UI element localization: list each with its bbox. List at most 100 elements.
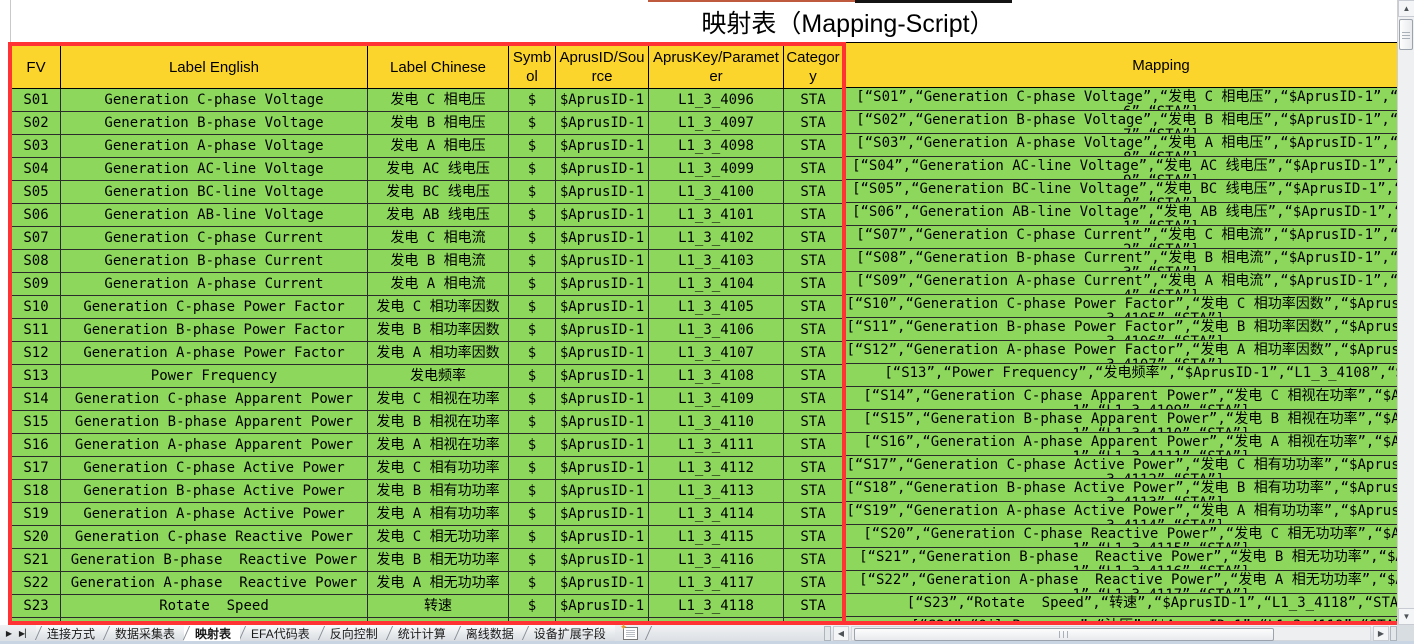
cell-aprusid-source[interactable]: $AprusID-1 bbox=[556, 319, 649, 342]
cell-fv[interactable]: S06 bbox=[12, 204, 61, 227]
cell-symbol[interactable]: $ bbox=[509, 135, 556, 158]
sheet-tab[interactable]: 连接方式 bbox=[36, 625, 104, 641]
cell-aprusid-source[interactable]: $AprusID-1 bbox=[556, 411, 649, 434]
header-cell-apruskey-parameter[interactable]: AprusKey/Parameter bbox=[649, 46, 784, 89]
cell-apruskey-parameter[interactable]: L1_3_4109 bbox=[649, 388, 784, 411]
cell-symbol[interactable]: $ bbox=[509, 480, 556, 503]
cell-fv[interactable]: S02 bbox=[12, 112, 61, 135]
cell-symbol[interactable]: $ bbox=[509, 526, 556, 549]
vertical-scrollbar[interactable]: ▲ ▼ bbox=[1397, 0, 1414, 625]
cell-label-chinese[interactable]: 发电 C 相电流 bbox=[368, 227, 509, 250]
cell-symbol[interactable]: $ bbox=[509, 112, 556, 135]
scroll-right-button[interactable]: ▶ bbox=[1373, 626, 1389, 641]
cell-apruskey-parameter[interactable]: L1_3_4110 bbox=[649, 411, 784, 434]
cell-aprusid-source[interactable]: $AprusID-1 bbox=[556, 549, 649, 572]
cell-apruskey-parameter[interactable]: L1_3_4101 bbox=[649, 204, 784, 227]
header-cell-label-chinese[interactable]: Label Chinese bbox=[368, 46, 509, 89]
mapping-cell[interactable]: [“S10”,“Generation C-phase Power Factor”… bbox=[846, 295, 1397, 318]
cell-fv[interactable]: S01 bbox=[12, 89, 61, 112]
cell-label-english[interactable]: Generation C-phase Current bbox=[61, 227, 368, 250]
cell-label-chinese[interactable]: 发电 BC 线电压 bbox=[368, 181, 509, 204]
mapping-cell[interactable]: [“S23”,“Rotate Speed”,“转速”,“$AprusID-1”,… bbox=[846, 594, 1397, 617]
cell-label-chinese[interactable]: 发电 B 相电流 bbox=[368, 250, 509, 273]
cell-fv[interactable]: S08 bbox=[12, 250, 61, 273]
cell-apruskey-parameter[interactable]: L1_3_4118 bbox=[649, 595, 784, 618]
cell-aprusid-source[interactable]: $AprusID-1 bbox=[556, 342, 649, 365]
cell-category[interactable]: STA bbox=[784, 434, 842, 457]
cell-label-english[interactable]: Rotate Speed bbox=[61, 595, 368, 618]
cell-label-chinese[interactable]: 发电 C 相视在功率 bbox=[368, 388, 509, 411]
cell-label-chinese[interactable]: 发电 A 相无功功率 bbox=[368, 572, 509, 595]
cell-category[interactable]: STA bbox=[784, 503, 842, 526]
cell-apruskey-parameter[interactable]: L1_3_4098 bbox=[649, 135, 784, 158]
cell-apruskey-parameter[interactable]: L1_3_4105 bbox=[649, 296, 784, 319]
cell-aprusid-source[interactable]: $AprusID-1 bbox=[556, 503, 649, 526]
cell-aprusid-source[interactable]: $AprusID-1 bbox=[556, 457, 649, 480]
cell-category[interactable]: STA bbox=[784, 595, 842, 618]
mapping-cell[interactable]: [“S05”,“Generation BC-line Voltage”,“发电 … bbox=[846, 180, 1397, 203]
sheet-tab[interactable]: 设备扩展字段 bbox=[523, 625, 615, 641]
cell-label-english[interactable]: Generation B-phase Current bbox=[61, 250, 368, 273]
cell-category[interactable]: STA bbox=[784, 549, 842, 572]
cell-label-english[interactable]: Generation A-phase Reactive Power bbox=[61, 572, 368, 595]
cell-symbol[interactable]: $ bbox=[509, 595, 556, 618]
cell-label-chinese[interactable]: 发电 A 相电压 bbox=[368, 135, 509, 158]
cell-label-english[interactable]: Generation AC-line Voltage bbox=[61, 158, 368, 181]
cell-fv[interactable]: S16 bbox=[12, 434, 61, 457]
header-cell-fv[interactable]: FV bbox=[12, 46, 61, 89]
header-cell-symbol[interactable]: Symbol bbox=[509, 46, 556, 89]
cell-label-chinese[interactable]: 发电 A 相电流 bbox=[368, 273, 509, 296]
cell-category[interactable]: STA bbox=[784, 135, 842, 158]
cell-apruskey-parameter[interactable]: L1_3_4107 bbox=[649, 342, 784, 365]
cell-fv[interactable]: S11 bbox=[12, 319, 61, 342]
cell-apruskey-parameter[interactable]: L1_3_4108 bbox=[649, 365, 784, 388]
mapping-cell[interactable]: [“S08”,“Generation B-phase Current”,“发电 … bbox=[846, 249, 1397, 272]
cell-fv[interactable]: S07 bbox=[12, 227, 61, 250]
mapping-cell[interactable]: [“S13”,“Power Frequency”,“发电频率”,“$AprusI… bbox=[846, 364, 1397, 387]
cell-symbol[interactable]: $ bbox=[509, 411, 556, 434]
cell-apruskey-parameter[interactable]: L1_3_4114 bbox=[649, 503, 784, 526]
cell-category[interactable]: STA bbox=[784, 181, 842, 204]
cell-label-english[interactable]: Generation A-phase Voltage bbox=[61, 135, 368, 158]
cell-fv[interactable]: S14 bbox=[12, 388, 61, 411]
cell-aprusid-source[interactable]: $AprusID-1 bbox=[556, 135, 649, 158]
cell-category[interactable]: STA bbox=[784, 572, 842, 595]
cell-label-english[interactable]: Generation B-phase Apparent Power bbox=[61, 411, 368, 434]
cell-aprusid-source[interactable]: $AprusID-1 bbox=[556, 572, 649, 595]
cell-aprusid-source[interactable]: $AprusID-1 bbox=[556, 388, 649, 411]
cell-apruskey-parameter[interactable]: L1_3_4113 bbox=[649, 480, 784, 503]
sheet-tab[interactable]: 统计计算 bbox=[387, 625, 455, 641]
cell-category[interactable]: STA bbox=[784, 158, 842, 181]
mapping-cell[interactable]: [“S20”,“Generation C-phase Reactive Powe… bbox=[846, 525, 1397, 548]
cell-label-english[interactable]: Generation B-phase Power Factor bbox=[61, 319, 368, 342]
cell-symbol[interactable]: $ bbox=[509, 181, 556, 204]
mapping-header-cell[interactable]: Mapping bbox=[846, 43, 1397, 88]
cell-category[interactable]: STA bbox=[784, 342, 842, 365]
mapping-cell[interactable]: [“S01”,“Generation C-phase Voltage”,“发电 … bbox=[846, 88, 1397, 111]
cell-label-english[interactable]: Generation C-phase Power Factor bbox=[61, 296, 368, 319]
cell-label-english[interactable]: Generation A-phase Apparent Power bbox=[61, 434, 368, 457]
header-cell-label-english[interactable]: Label English bbox=[61, 46, 368, 89]
cell-label-chinese[interactable]: 发电频率 bbox=[368, 365, 509, 388]
cell-aprusid-source[interactable]: $AprusID-1 bbox=[556, 480, 649, 503]
cell-apruskey-parameter[interactable]: L1_3_4104 bbox=[649, 273, 784, 296]
sheet-tab[interactable]: 反向控制 bbox=[319, 625, 387, 641]
mapping-cell[interactable]: [“S12”,“Generation A-phase Power Factor”… bbox=[846, 341, 1397, 364]
sheet-tab[interactable]: 映射表 bbox=[184, 625, 240, 641]
mapping-cell[interactable]: [“S16”,“Generation A-phase Apparent Powe… bbox=[846, 433, 1397, 456]
cell-fv[interactable]: S03 bbox=[12, 135, 61, 158]
cell-label-chinese[interactable]: 发电 B 相无功功率 bbox=[368, 549, 509, 572]
cell-fv[interactable]: S20 bbox=[12, 526, 61, 549]
cell-symbol[interactable]: $ bbox=[509, 204, 556, 227]
cell-aprusid-source[interactable]: $AprusID-1 bbox=[556, 365, 649, 388]
cell-label-chinese[interactable]: 发电 AC 线电压 bbox=[368, 158, 509, 181]
mapping-cell[interactable]: [“S18”,“Generation B-phase Active Power”… bbox=[846, 479, 1397, 502]
cell-aprusid-source[interactable]: $AprusID-1 bbox=[556, 181, 649, 204]
scroll-down-button[interactable]: ▼ bbox=[1398, 608, 1414, 625]
cell-label-english[interactable]: Generation B-phase Voltage bbox=[61, 112, 368, 135]
cell-label-english[interactable]: Generation BC-line Voltage bbox=[61, 181, 368, 204]
cell-label-english[interactable]: Generation B-phase Active Power bbox=[61, 480, 368, 503]
cell-fv[interactable]: S15 bbox=[12, 411, 61, 434]
sheet-tab[interactable]: 离线数据 bbox=[455, 625, 523, 641]
cell-category[interactable]: STA bbox=[784, 411, 842, 434]
